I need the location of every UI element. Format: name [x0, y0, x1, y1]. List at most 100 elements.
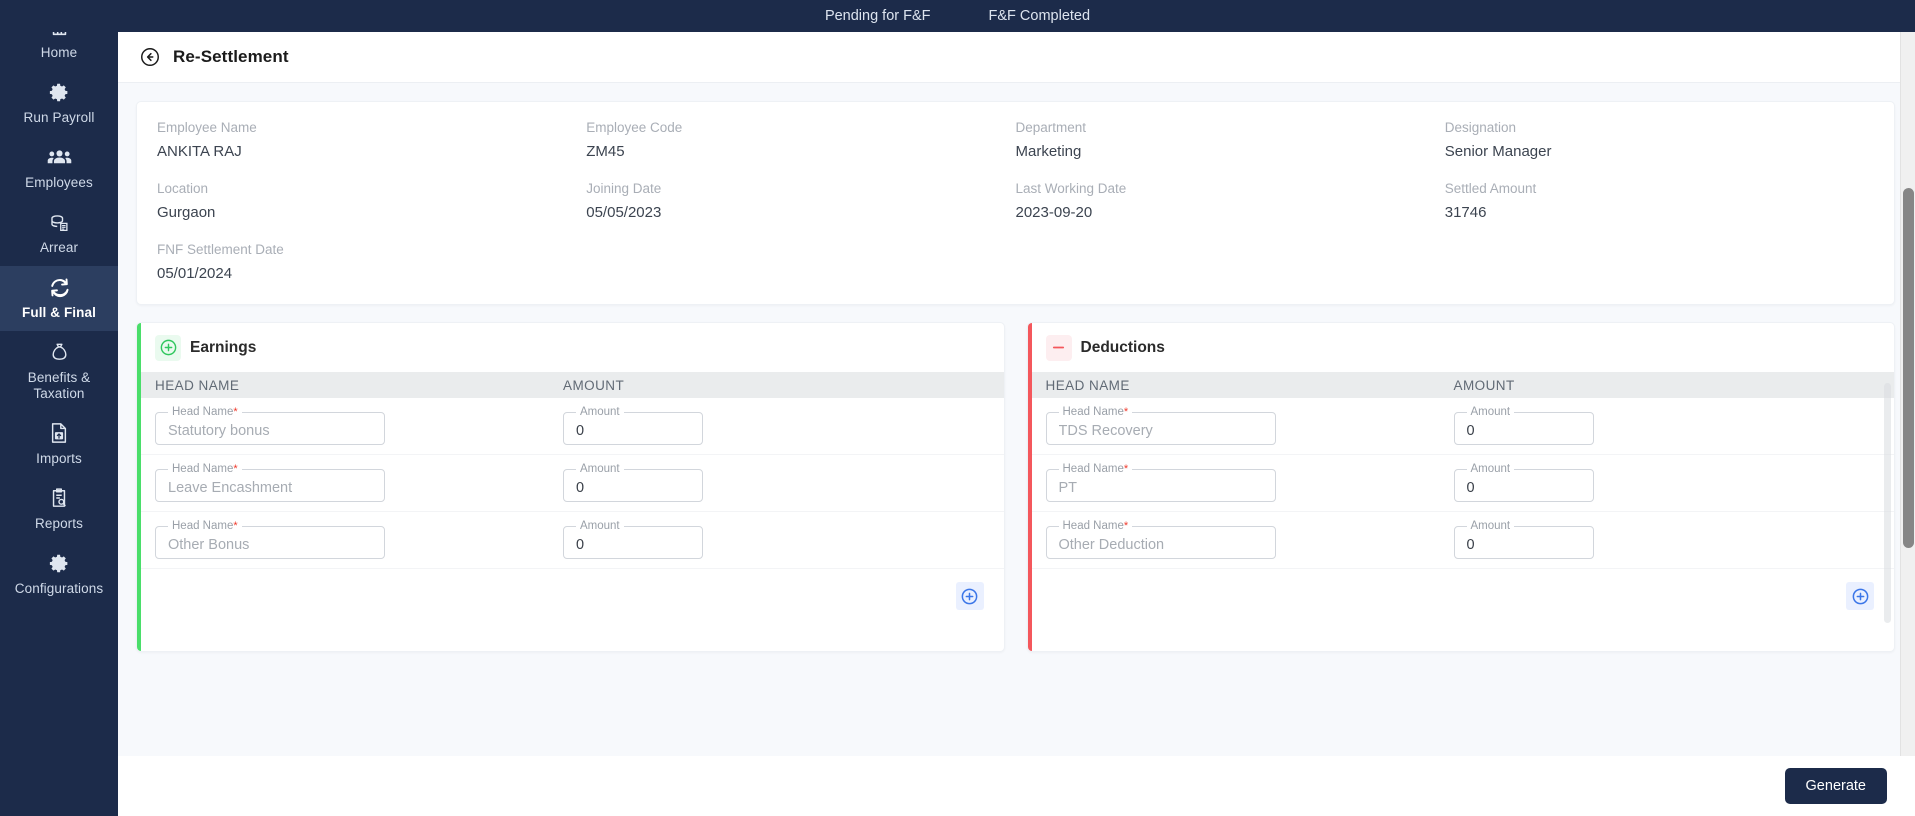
sidebar-item-configurations[interactable]: Configurations [0, 542, 118, 607]
info-label: Settled Amount [1444, 181, 1537, 196]
sidebar-item-label: Full & Final [22, 305, 96, 320]
clipboard-search-icon [49, 486, 69, 510]
sidebar-item-full-and-final[interactable]: Full & Final [0, 266, 118, 331]
field-legend: Amount [1470, 520, 1511, 532]
head-name-field-wrapper: Head Name* [155, 406, 385, 445]
table-row: Head Name* Amount [137, 398, 1004, 455]
refresh-icon [48, 275, 71, 299]
deductions-head-name-input-2[interactable] [1056, 480, 1265, 496]
employee-info-card: Employee Name ANKITA RAJ Employee Code Z… [136, 101, 1895, 305]
info-value: 05/05/2023 [586, 204, 662, 221]
earnings-head-name-input-3[interactable] [166, 537, 374, 553]
back-arrow-circle-icon[interactable] [138, 45, 162, 69]
sidebar-item-imports[interactable]: Imports [0, 412, 118, 477]
deductions-amount-input-3[interactable] [1464, 537, 1583, 553]
table-row: Head Name* Amount [137, 512, 1004, 569]
sidebar-item-arrear[interactable]: Arrear [0, 201, 118, 266]
minus-icon [1045, 334, 1072, 361]
head-name-field-wrapper: Head Name* [155, 463, 385, 502]
sidebar-item-reports[interactable]: Reports [0, 477, 118, 542]
deductions-title: Deductions [1080, 338, 1165, 356]
deductions-panel-scrollbar[interactable] [1884, 383, 1891, 623]
info-label: Joining Date [586, 181, 662, 196]
cell-head-name: Head Name* [1045, 520, 1454, 559]
head-name-field-wrapper: Head Name* [1045, 463, 1276, 502]
table-row: Head Name* Amount [137, 455, 1004, 512]
app-root: Home Run Payroll Employees Arrear Full &… [0, 0, 1915, 816]
sidebar-item-benefits-taxation[interactable]: Benefits & Taxation [0, 331, 118, 412]
head-name-field-wrapper: Head Name* [1045, 406, 1276, 445]
tab-fnf-completed[interactable]: F&F Completed [989, 8, 1091, 24]
info-cell-settled-amount: Settled Amount 31746 [1445, 179, 1874, 223]
column-head-name: HEAD NAME [155, 377, 240, 393]
tab-pending-for-fnf[interactable]: Pending for F&F [825, 8, 931, 24]
cell-head-name: Head Name* [155, 463, 563, 502]
sidebar-item-label: Benefits & Taxation [27, 370, 91, 401]
page-vertical-scrollbar[interactable] [1900, 32, 1915, 756]
earnings-head-name-input-2[interactable] [166, 480, 374, 496]
sidebar-item-label: Home [40, 45, 78, 60]
sidebar-item-employees[interactable]: Employees [0, 136, 118, 201]
earnings-accent-bar [137, 323, 141, 651]
earnings-head-name-input-1[interactable] [166, 423, 374, 439]
earnings-amount-input-3[interactable] [574, 537, 692, 553]
info-cell-fnf-settlement-date: FNF Settlement Date 05/01/2024 [157, 240, 586, 284]
amount-field-wrapper: Amount [563, 463, 703, 502]
info-label: Employee Name [157, 120, 257, 135]
info-value: Marketing [1015, 143, 1082, 160]
info-label: Employee Code [586, 120, 683, 135]
info-value: ZM45 [586, 143, 625, 160]
content-scroll-area[interactable]: Employee Name ANKITA RAJ Employee Code Z… [118, 83, 1915, 756]
sidebar-item-label: Configurations [14, 581, 104, 596]
amount-field-wrapper: Amount [1453, 463, 1594, 502]
table-row: Head Name* Amount [1027, 512, 1894, 569]
field-legend: Amount [580, 520, 620, 532]
deductions-panel-header: Deductions [1028, 323, 1895, 372]
info-label: Designation [1444, 120, 1517, 135]
info-cell-location: Location Gurgaon [157, 179, 586, 223]
page-container: Re-Settlement Employee Name ANKITA RAJ E… [118, 32, 1915, 816]
info-cell-last-working-date: Last Working Date 2023-09-20 [1016, 179, 1445, 223]
field-legend: Head Name* [172, 406, 238, 418]
earnings-amount-input-1[interactable] [574, 423, 692, 439]
add-deduction-row-button[interactable] [1846, 582, 1874, 610]
earnings-deductions-panels: Earnings HEAD NAME AMOUNT Head Name* Sta… [136, 322, 1895, 652]
deductions-amount-input-2[interactable] [1464, 480, 1583, 496]
cell-amount: Amount [1453, 463, 1895, 502]
deductions-amount-input-1[interactable] [1464, 423, 1583, 439]
info-cell-joining-date: Joining Date 05/05/2023 [586, 179, 1015, 223]
info-label: Last Working Date [1015, 181, 1127, 196]
amount-field-wrapper: Amount [563, 406, 703, 445]
deductions-add-row [1028, 569, 1895, 623]
sidebar-item-label: Employees [25, 175, 93, 190]
scrollbar-thumb[interactable] [1903, 188, 1914, 548]
deductions-table-header: HEAD NAME AMOUNT [1027, 372, 1894, 398]
info-cell-designation: Designation Senior Manager [1445, 118, 1874, 162]
add-earning-row-button[interactable] [955, 582, 984, 610]
table-row: Head Name* Amount [1027, 455, 1895, 512]
cell-head-name: Head Name* [1045, 463, 1454, 502]
sidebar-item-label: Arrear [39, 240, 79, 255]
page-footer: Generate [118, 756, 1915, 816]
main-region: Pending for F&F F&F Completed Re-Settlem… [0, 0, 1915, 816]
info-label: FNF Settlement Date [157, 242, 284, 257]
generate-button[interactable]: Generate [1784, 768, 1887, 804]
sidebar: Home Run Payroll Employees Arrear Full &… [0, 0, 118, 816]
earnings-panel-header: Earnings [137, 323, 1004, 372]
cell-amount: Amount [563, 406, 1004, 445]
sidebar-item-run-payroll[interactable]: Run Payroll [0, 71, 118, 136]
field-legend: Head Name* [1062, 520, 1129, 532]
head-name-field-wrapper: Head Name* [155, 520, 385, 559]
column-head-name: HEAD NAME [1045, 377, 1130, 393]
deductions-head-name-input-1[interactable] [1056, 423, 1265, 439]
info-value: 2023-09-20 [1015, 204, 1093, 221]
info-label: Department [1015, 120, 1087, 135]
field-legend: Amount [580, 463, 620, 475]
field-legend: Amount [1470, 406, 1511, 418]
amount-field-wrapper: Amount [563, 520, 703, 559]
moneybag-icon [49, 340, 70, 364]
deductions-head-name-input-3[interactable] [1056, 537, 1265, 553]
earnings-amount-input-2[interactable] [574, 480, 692, 496]
field-legend: Amount [1470, 463, 1511, 475]
info-value: Gurgaon [157, 204, 216, 221]
